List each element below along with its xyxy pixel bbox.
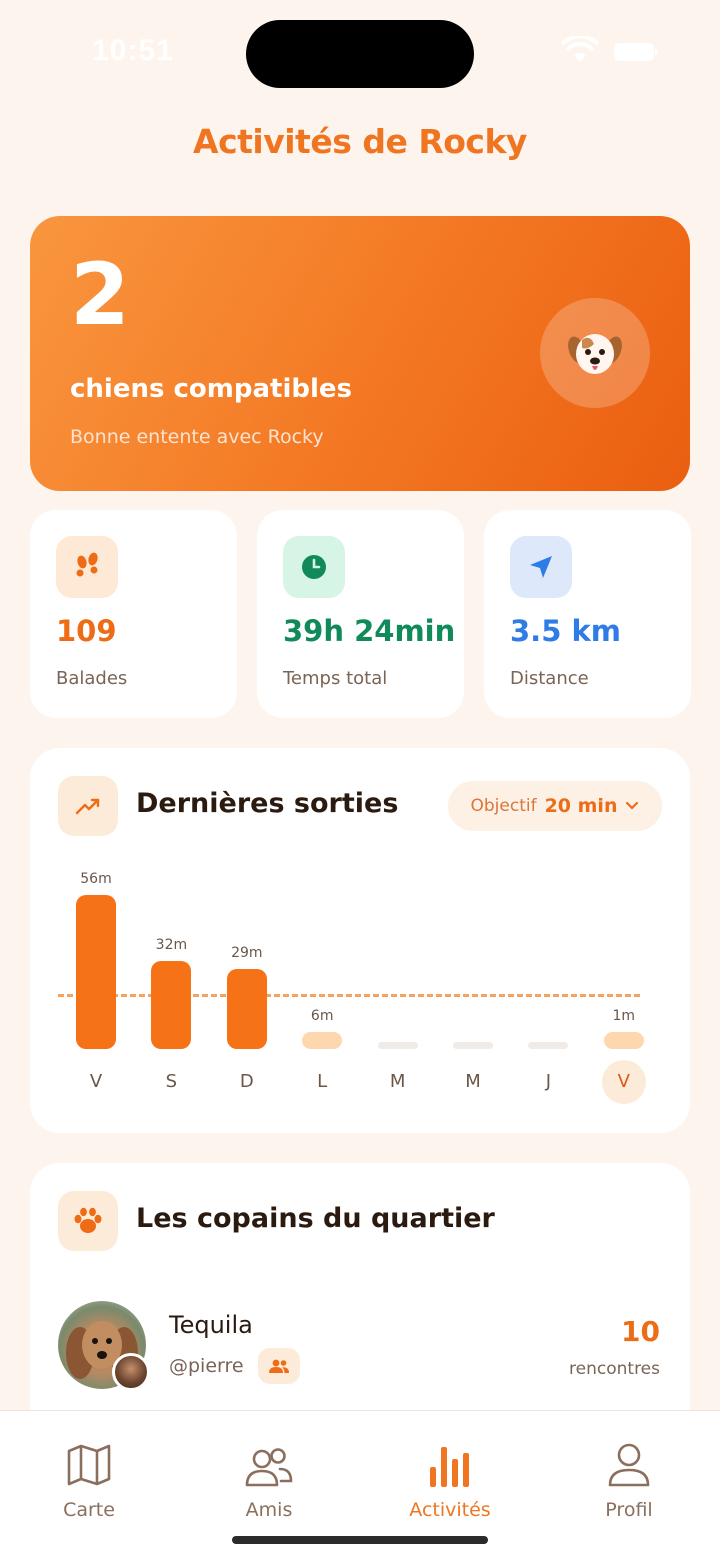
- friends-icon: [199, 1439, 339, 1487]
- bar-chart-icon: [380, 1439, 520, 1487]
- recent-outings-card: Dernières sorties Objectif 20 min 56m V 32…: [30, 748, 690, 1133]
- page-title: Activités de Rocky: [193, 122, 527, 161]
- friends-tag-icon: [258, 1348, 300, 1384]
- day-label: M: [465, 1071, 481, 1092]
- paw-prints-icon: [56, 536, 118, 598]
- owner-avatar: [112, 1353, 150, 1391]
- day-label: L: [317, 1071, 328, 1092]
- chart-bar: [377, 1042, 418, 1049]
- chart-bar: [226, 969, 267, 1049]
- distance-value: 3.5 km: [510, 614, 621, 648]
- distance-label: Distance: [510, 668, 589, 689]
- clock-icon: [283, 536, 345, 598]
- tab-activites[interactable]: Activités: [380, 1439, 520, 1521]
- battery-icon: [614, 43, 658, 61]
- total-time-label: Temps total: [283, 668, 388, 689]
- goal-label: Objectif: [470, 796, 537, 816]
- total-time-stat-card[interactable]: 39h 24min Temps total: [257, 510, 464, 718]
- tab-label-profil: Profil: [605, 1499, 653, 1521]
- day-label: V: [617, 1071, 630, 1092]
- walks-stat-card[interactable]: 109 Balades: [30, 510, 237, 718]
- chart-bar: [302, 1032, 343, 1049]
- meet-count: 10: [621, 1315, 660, 1348]
- walks-label: Balades: [56, 668, 128, 689]
- chart-bar: [453, 1042, 493, 1049]
- chart-bar: [76, 895, 116, 1049]
- tab-label-carte: Carte: [63, 1499, 115, 1521]
- bar-value-label: 29m: [231, 945, 263, 962]
- dog-face-icon: [540, 298, 650, 408]
- compatible-subtitle: Bonne entente avec Rocky: [70, 426, 324, 448]
- tab-label-amis: Amis: [245, 1499, 293, 1521]
- person-icon: [559, 1439, 699, 1487]
- walks-value: 109: [56, 614, 117, 648]
- paw-icon: [58, 1191, 118, 1251]
- day-label: V: [89, 1071, 103, 1092]
- trending-up-icon: [58, 776, 118, 836]
- total-time-value: 39h 24min: [283, 614, 456, 648]
- meet-label: rencontres: [569, 1359, 660, 1379]
- chart-bar: [603, 1032, 644, 1049]
- friend-dog-name: Tequila: [169, 1311, 253, 1339]
- tab-label-activites: Activités: [409, 1499, 491, 1521]
- recent-outings-title: Dernières sorties: [136, 788, 399, 819]
- chevron-down-icon: [626, 801, 639, 810]
- home-indicator: [232, 1536, 488, 1544]
- map-icon: [19, 1439, 159, 1487]
- compatible-count: 2: [70, 245, 130, 345]
- friends-title: Les copains du quartier: [136, 1203, 495, 1234]
- goal-reference-line: [58, 994, 640, 997]
- day-label: D: [239, 1071, 254, 1092]
- goal-value: 20 min: [544, 795, 618, 817]
- tab-amis[interactable]: Amis: [199, 1439, 339, 1521]
- bar-value-label: 56m: [80, 871, 112, 887]
- day-label: J: [545, 1071, 552, 1092]
- dynamic-island: [246, 20, 474, 88]
- location-arrow-icon: [510, 536, 572, 598]
- chart-bar: [528, 1042, 569, 1049]
- tab-profil[interactable]: Profil: [559, 1439, 699, 1521]
- chart-bar: [151, 961, 192, 1049]
- day-label: S: [165, 1071, 178, 1092]
- compatible-dogs-card[interactable]: 2 chiens compatibles Bonne entente avec …: [30, 216, 690, 491]
- bar-value-label: 32m: [155, 937, 188, 953]
- goal-selector[interactable]: Objectif 20 min: [448, 781, 662, 831]
- wifi-icon: [562, 36, 598, 62]
- compatible-label: chiens compatibles: [70, 374, 353, 404]
- bar-value-label: 1m: [612, 1008, 636, 1024]
- status-time: 10:51: [92, 34, 174, 67]
- tab-carte[interactable]: Carte: [19, 1439, 159, 1521]
- day-label: M: [389, 1071, 406, 1092]
- distance-stat-card[interactable]: 3.5 km Distance: [484, 510, 691, 718]
- friend-owner-handle: @pierre: [169, 1355, 244, 1377]
- bar-value-label: 6m: [310, 1008, 334, 1024]
